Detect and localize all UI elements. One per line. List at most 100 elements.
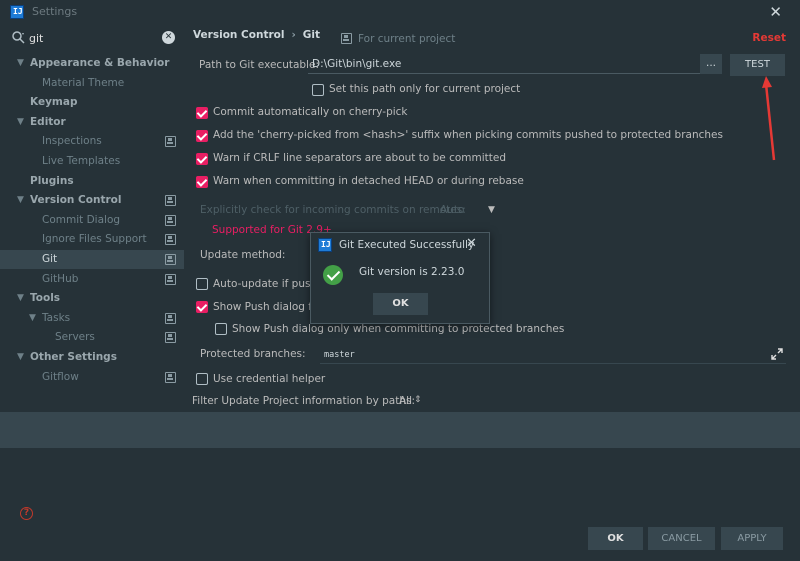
project-icon (165, 332, 176, 344)
sidebar-item-commit-dialog[interactable]: Commit Dialog (0, 211, 184, 230)
intellij-logo-icon: IJ (10, 5, 24, 19)
show-push-protected-label: Show Push dialog only when committing to… (232, 323, 565, 335)
sidebar-item-label: Other Settings (30, 351, 117, 363)
sidebar-item-label: Gitflow (42, 370, 79, 383)
breadcrumb-parent[interactable]: Version Control (193, 29, 284, 41)
intellij-logo-icon: IJ (318, 238, 332, 252)
git-path-input[interactable]: D:\Git\bin\git.exe (308, 54, 700, 74)
sidebar-item-label: Git (42, 253, 58, 265)
git-success-dialog: IJ Git Executed Successfully ✕ Git versi… (310, 232, 490, 324)
window-title: Settings (32, 5, 78, 18)
chevron-down-icon: ▼ (17, 195, 24, 206)
sidebar-item-appearance-behavior[interactable]: ▼ Appearance & Behavior (0, 54, 184, 73)
filter-paths-label: Filter Update Project information by pat… (192, 395, 416, 407)
cherry-suffix-checkbox[interactable] (196, 130, 208, 142)
path-for-project-checkbox[interactable] (312, 84, 324, 96)
sidebar-item-git[interactable]: Git (0, 250, 184, 269)
sidebar-item-label: Tools (30, 292, 61, 305)
sidebar-item-tools[interactable]: ▼ Tools (0, 289, 184, 308)
sidebar-item-label: GitHub (42, 272, 79, 285)
show-push-protected-checkbox[interactable] (215, 323, 227, 335)
sidebar-item-keymap[interactable]: Keymap (0, 93, 184, 112)
expand-icon[interactable] (770, 347, 784, 361)
browse-button[interactable]: ... (700, 54, 722, 74)
dialog-title: Git Executed Successfully (339, 239, 475, 251)
chevron-down-icon: ▼ (17, 58, 24, 68)
detached-head-checkbox[interactable] (196, 176, 208, 188)
sidebar-item-gitflow[interactable]: Gitflow (0, 368, 184, 387)
sidebar-item-github[interactable]: GitHub (0, 270, 184, 289)
close-icon[interactable]: ✕ (466, 236, 477, 251)
clear-search-icon[interactable]: ✕ (162, 31, 175, 44)
background-strip (0, 412, 800, 448)
apply-button[interactable]: APPLY (721, 527, 783, 550)
filter-paths-select[interactable]: All (399, 395, 412, 407)
protected-branches-input[interactable]: master (320, 346, 786, 364)
sidebar-item-version-control[interactable]: ▼ Version Control (0, 191, 184, 210)
sidebar-item-inspections[interactable]: Inspections (0, 132, 184, 151)
path-label: Path to Git executable: (199, 59, 319, 71)
sidebar-item-label: Keymap (30, 96, 78, 109)
chevron-down-icon: ▼ (17, 116, 24, 127)
sidebar-item-material-theme[interactable]: Material Theme (0, 74, 184, 93)
chevron-down-icon: ▼ (488, 205, 495, 215)
cherry-pick-checkbox[interactable] (196, 107, 208, 119)
update-method-label: Update method: (200, 249, 286, 261)
sidebar-item-label: Editor (30, 115, 66, 128)
sidebar-item-editor[interactable]: ▼ Editor (0, 113, 184, 132)
sidebar-item-tasks[interactable]: ▼ Tasks (0, 309, 184, 328)
sidebar-item-live-templates[interactable]: Live Templates (0, 152, 184, 171)
help-icon[interactable]: ? (20, 507, 33, 520)
chevron-down-icon: ▼ (17, 293, 24, 304)
credential-helper-checkbox[interactable] (196, 373, 208, 385)
sidebar-item-servers[interactable]: Servers (0, 328, 184, 347)
cherry-pick-label: Commit automatically on cherry-pick (213, 106, 408, 118)
project-icon (165, 195, 176, 207)
settings-window: IJ Settings ✕ ✕ ▼ Appearance & Behavior … (0, 0, 800, 561)
dialog-ok-button[interactable]: OK (373, 293, 428, 315)
sidebar-item-label: Appearance & Behavior (30, 57, 170, 69)
sidebar-item-other-settings[interactable]: ▼ Other Settings (0, 348, 184, 367)
protected-branches-label: Protected branches: (200, 348, 306, 360)
reset-link[interactable]: Reset (752, 32, 786, 44)
project-icon (165, 214, 176, 226)
scope-label: For current project (358, 33, 456, 45)
cherry-suffix-label: Add the 'cherry-picked from <hash>' suff… (213, 129, 723, 141)
incoming-commits-select[interactable]: Auto (440, 204, 464, 216)
breadcrumb-current: Git (302, 29, 321, 41)
scope-indicator: For current project (341, 32, 455, 45)
search-icon (12, 31, 25, 44)
sidebar-item-label: Servers (55, 331, 95, 344)
chevron-down-icon: ▼ (17, 352, 24, 362)
project-icon (165, 254, 176, 265)
sidebar-item-plugins[interactable]: Plugins (0, 172, 184, 191)
auto-update-checkbox[interactable] (196, 278, 208, 290)
path-for-project-label: Set this path only for current project (329, 83, 521, 95)
search-input[interactable] (29, 29, 159, 47)
sidebar-item-label: Tasks (42, 311, 71, 324)
title-bar: IJ Settings ✕ (0, 0, 800, 24)
close-icon[interactable]: ✕ (769, 3, 782, 21)
project-icon (165, 371, 176, 383)
show-push-label: Show Push dialog for (213, 301, 323, 313)
test-button[interactable]: TEST (730, 54, 785, 76)
project-icon (165, 136, 176, 148)
check-circle-icon (323, 265, 343, 285)
ok-button[interactable]: OK (588, 527, 643, 550)
credential-helper-label: Use credential helper (213, 373, 326, 385)
cancel-button[interactable]: CANCEL (648, 527, 715, 550)
show-push-checkbox[interactable] (196, 301, 208, 313)
breadcrumb-separator: › (291, 29, 296, 41)
sidebar-item-label: Inspections (42, 135, 102, 148)
breadcrumb: Version Control › Git (193, 29, 320, 41)
search-box: ✕ (9, 29, 179, 49)
crlf-warning-label: Warn if CRLF line separators are about t… (213, 152, 507, 164)
sidebar-item-label: Version Control (30, 194, 122, 207)
crlf-warning-checkbox[interactable] (196, 153, 208, 165)
detached-head-label: Warn when committing in detached HEAD or… (213, 175, 524, 187)
sidebar-item-label: Ignore Files Support (42, 233, 147, 246)
sidebar-item-ignore-files-support[interactable]: Ignore Files Support (0, 230, 184, 249)
dialog-message: Git version is 2.23.0 (359, 266, 465, 278)
annotation-arrow-icon (762, 76, 776, 161)
project-icon (341, 33, 352, 44)
